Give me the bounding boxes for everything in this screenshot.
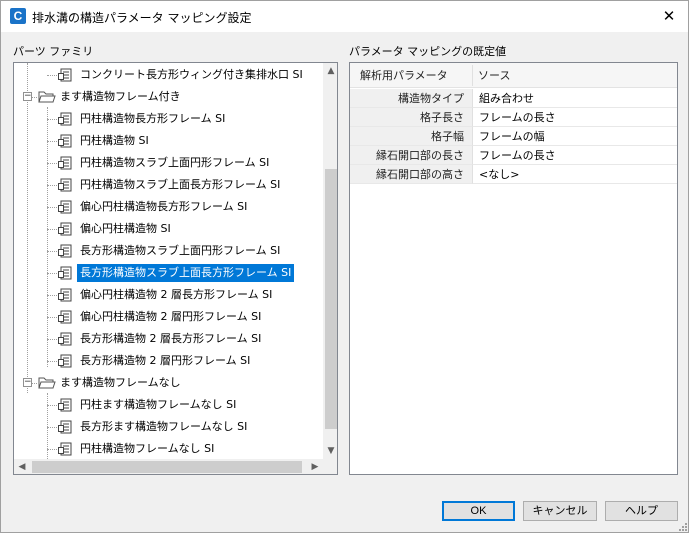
- part-family-icon: [58, 266, 74, 280]
- tree-item-label: 偏心円柱構造物 2 層円形フレーム SI: [80, 310, 262, 323]
- tree-item-label: ます構造物フレームなし: [60, 376, 181, 389]
- folder-open-icon: [38, 376, 56, 390]
- tree-guide-line: [47, 119, 57, 120]
- collapse-icon[interactable]: −: [23, 378, 32, 387]
- part-family-icon: [58, 112, 74, 126]
- source-value-cell[interactable]: フレームの幅: [472, 127, 677, 146]
- parameter-name-cell: 縁石開口部の高さ: [350, 165, 472, 184]
- tree-guide-line: [47, 273, 57, 274]
- parameter-name-cell: 格子長さ: [350, 108, 472, 127]
- tree-item-label: 円柱構造物長方形フレーム SI: [80, 112, 226, 125]
- tree-guide-line: [47, 427, 57, 428]
- grid-row[interactable]: 格子長さ フレームの長さ: [350, 108, 677, 127]
- tree-item-label: 円柱構造物 SI: [80, 134, 149, 147]
- window-title: 排水溝の構造パラメータ マッピング設定: [32, 11, 252, 25]
- part-family-icon: [58, 156, 74, 170]
- source-value-cell[interactable]: <なし>: [472, 165, 677, 184]
- tree-guide-line: [47, 339, 57, 340]
- tree-item-label: 円柱構造物スラブ上面円形フレーム SI: [80, 156, 270, 169]
- horizontal-scroll-thumb[interactable]: [32, 461, 302, 473]
- close-icon[interactable]: ✕: [651, 2, 687, 31]
- part-family-icon: [58, 200, 74, 214]
- tree-item-label: 長方形構造物 2 層長方形フレーム SI: [80, 332, 262, 345]
- tree-item-label: 長方形構造物スラブ上面長方形フレーム SI: [77, 264, 295, 282]
- scroll-down-icon[interactable]: ▼: [323, 443, 337, 459]
- tree-item-label: 円柱構造物フレームなし SI: [80, 442, 215, 455]
- scroll-right-icon[interactable]: ▶: [307, 459, 323, 474]
- part-family-icon: [58, 442, 74, 456]
- parameter-name-cell: 格子幅: [350, 127, 472, 146]
- part-family-icon: [58, 222, 74, 236]
- tree-item-label: 長方形ます構造物フレームなし SI: [80, 420, 248, 433]
- tree-item-label: 円柱ます構造物フレームなし SI: [80, 398, 237, 411]
- tree-item-label: 円柱構造物スラブ上面長方形フレーム SI: [80, 178, 281, 191]
- tree-guide-line: [27, 63, 28, 393]
- cancel-button[interactable]: キャンセル: [523, 501, 597, 521]
- scroll-up-icon[interactable]: ▲: [323, 63, 337, 79]
- tree-content: コンクリート長方形ウィング付き集排水口 SI − ます構造物フレーム付き円柱構造物長…: [14, 63, 323, 459]
- tree-guide-line: [47, 295, 57, 296]
- part-family-icon: [58, 134, 74, 148]
- tree-guide-line: [47, 251, 57, 252]
- tree-guide-line: [47, 207, 57, 208]
- parameter-mapping-grid: 解析用パラメータ ソース 構造物タイプ 組み合わせ 格子長さ フレームの長さ 格子幅 フレ…: [349, 62, 678, 475]
- column-header-analysis-parameter[interactable]: 解析用パラメータ: [360, 63, 448, 88]
- ok-button[interactable]: OK: [442, 501, 515, 521]
- help-button[interactable]: ヘルプ: [605, 501, 678, 521]
- tree-item-label: 偏心円柱構造物 SI: [80, 222, 171, 235]
- tree-guide-line: [47, 405, 57, 406]
- source-value-cell[interactable]: フレームの長さ: [472, 146, 677, 165]
- tree-guide-line: [47, 141, 57, 142]
- tree-guide-line: [47, 75, 57, 76]
- column-header-source[interactable]: ソース: [478, 63, 510, 88]
- part-family-icon: [58, 420, 74, 434]
- grid-row[interactable]: 構造物タイプ 組み合わせ: [350, 89, 677, 108]
- part-family-icon: [58, 310, 74, 324]
- part-family-icon: [58, 332, 74, 346]
- tree-guide-line: [47, 449, 57, 450]
- scrollbar-corner: [323, 459, 337, 474]
- parameter-mapping-label: パラメータ マッピングの既定値: [349, 45, 507, 58]
- scroll-left-icon[interactable]: ◀: [14, 459, 30, 474]
- parameter-name-cell: 縁石開口部の長さ: [350, 146, 472, 165]
- parts-family-tree[interactable]: コンクリート長方形ウィング付き集排水口 SI − ます構造物フレーム付き円柱構造物長…: [13, 62, 338, 475]
- tree-item-label: ます構造物フレーム付き: [60, 90, 181, 103]
- tree-item-label: 偏心円柱構造物長方形フレーム SI: [80, 200, 248, 213]
- resize-grip-icon[interactable]: [677, 521, 687, 531]
- column-separator[interactable]: [472, 65, 473, 86]
- tree-guide-line: [47, 107, 48, 367]
- folder-open-icon: [38, 90, 56, 104]
- part-family-icon: [58, 178, 74, 192]
- part-family-icon: [58, 288, 74, 302]
- tree-item-label: 長方形構造物スラブ上面円形フレーム SI: [80, 244, 281, 257]
- collapse-icon[interactable]: −: [23, 92, 32, 101]
- source-value-cell[interactable]: フレームの長さ: [472, 108, 677, 127]
- grid-row[interactable]: 格子幅 フレームの幅: [350, 127, 677, 146]
- source-value-cell[interactable]: 組み合わせ: [472, 89, 677, 108]
- grid-row[interactable]: 縁石開口部の長さ フレームの長さ: [350, 146, 677, 165]
- tree-guide-line: [47, 317, 57, 318]
- tree-item-label: コンクリート長方形ウィング付き集排水口 SI: [80, 68, 303, 81]
- grid-header: 解析用パラメータ ソース: [350, 63, 677, 88]
- vertical-scroll-thumb[interactable]: [325, 169, 337, 429]
- part-family-icon: [58, 354, 74, 368]
- tree-guide-line: [47, 229, 57, 230]
- parameter-name-cell: 構造物タイプ: [350, 89, 472, 108]
- parts-family-label: パーツ ファミリ: [13, 45, 94, 58]
- part-family-icon: [58, 244, 74, 258]
- app-icon: C: [10, 8, 26, 24]
- tree-horizontal-scrollbar[interactable]: ◀ ▶: [14, 459, 323, 474]
- title-bar: C 排水溝の構造パラメータ マッピング設定 ✕: [1, 1, 688, 32]
- tree-guide-line: [47, 163, 57, 164]
- tree-vertical-scrollbar[interactable]: ▲ ▼: [323, 63, 337, 459]
- tree-guide-line: [47, 185, 57, 186]
- part-family-icon: [58, 398, 74, 412]
- part-family-icon: [58, 68, 74, 82]
- tree-item-label: 偏心円柱構造物 2 層長方形フレーム SI: [80, 288, 273, 301]
- tree-guide-line: [47, 361, 57, 362]
- grid-row[interactable]: 縁石開口部の高さ <なし>: [350, 165, 677, 184]
- tree-item-label: 長方形構造物 2 層円形フレーム SI: [80, 354, 251, 367]
- dialog-window: C 排水溝の構造パラメータ マッピング設定 ✕ パーツ ファミリ パラメータ マ…: [0, 0, 689, 533]
